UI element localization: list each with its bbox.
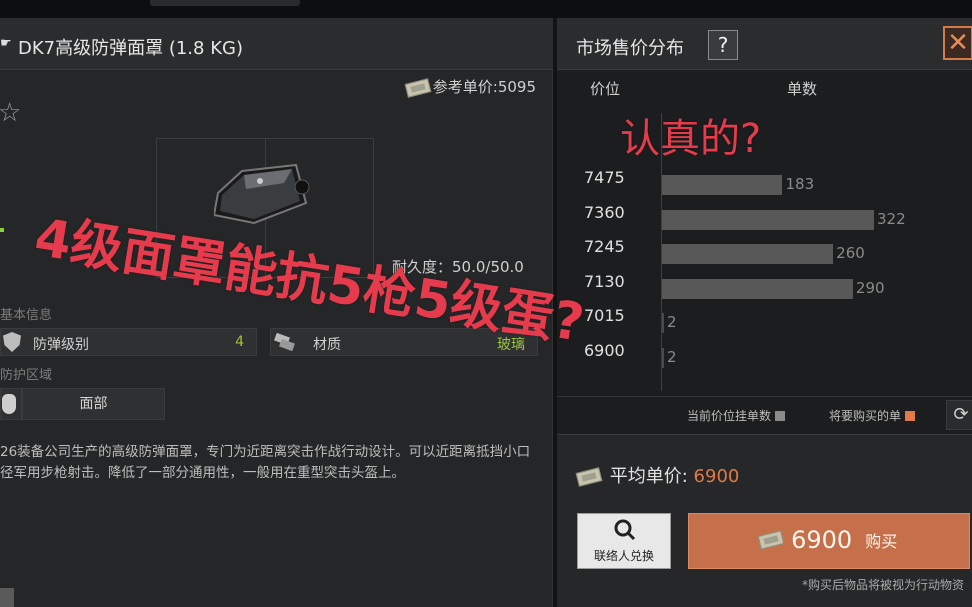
favorite-star-icon[interactable]: ☆: [0, 98, 21, 128]
buy-price: 6900: [791, 526, 853, 554]
market-panel: 市场售价分布 ? 价位 单数 7475 183 7360 322 7245 260 7130…: [557, 18, 972, 607]
purchase-note: *购买后物品将被视为行动物资: [801, 578, 964, 592]
reference-price-text: 参考单价:5095: [432, 78, 536, 96]
column-orders: 单数: [787, 80, 818, 98]
order-count-label: 322: [877, 209, 906, 228]
item-detail-panel: ☛ DK7高级防弹面罩 (1.8 KG) ☆ 参考单价:5095 耐久度：50.…: [0, 18, 553, 607]
status-dot: [0, 228, 4, 232]
order-count-label: 2: [667, 347, 677, 366]
money-icon: [757, 530, 785, 550]
order-count-label: 183: [785, 175, 815, 193]
price-level-label: 6900: [584, 340, 625, 360]
market-title: 市场售价分布: [576, 38, 684, 59]
contact-exchange-button[interactable]: 联络人兑换: [577, 513, 671, 569]
buy-button[interactable]: 6900 购买: [688, 513, 970, 569]
material-icon: [274, 333, 295, 351]
price-level-label: 7015: [584, 306, 625, 325]
face-shield-image: [214, 163, 310, 225]
money-icon: [404, 77, 432, 98]
legend-buying: 将要购买的单: [829, 407, 916, 424]
protect-zone: 面部: [22, 388, 165, 420]
price-level-label: 7130: [584, 271, 625, 291]
purchase-box: 平均单价: 6900 联络人兑换 6900 购买 *购买后物品将被视为行动物资: [557, 434, 972, 607]
contact-exchange-label: 联络人兑换: [593, 549, 654, 563]
average-price-label: 平均单价:: [609, 466, 688, 487]
order-count-bar: [662, 209, 874, 230]
basic-info-heading: 基本信息: [0, 308, 53, 323]
order-count-label: 2: [667, 313, 677, 331]
face-icon: [2, 394, 16, 414]
stat-label: 材质: [313, 337, 341, 353]
stat-material: 材质 玻璃: [270, 328, 538, 356]
order-count-bar: [662, 244, 834, 264]
close-button[interactable]: ✕: [943, 26, 972, 60]
order-count-label: 260: [836, 244, 865, 262]
order-count-bar: [662, 313, 664, 333]
stat-value: 4: [235, 334, 244, 350]
column-price: 价位: [590, 80, 621, 98]
item-header: ☛ DK7高级防弹面罩 (1.8 KG): [0, 18, 553, 70]
stat-armor-class: 防弹级别 4: [0, 328, 257, 356]
item-type-icon: ☛: [0, 36, 12, 51]
top-tab[interactable]: [150, 0, 300, 6]
reference-price: 参考单价:5095: [404, 76, 536, 98]
shield-icon: [3, 332, 21, 352]
price-level-label: 7245: [584, 237, 625, 256]
price-level-label: 7475: [584, 168, 625, 187]
stat-value: 玻璃: [497, 337, 525, 353]
chart-legend: 当前价位挂单数 将要购买的单 ⟳: [557, 396, 972, 432]
stat-label: 防弹级别: [33, 337, 89, 353]
order-count-bar: [662, 347, 664, 368]
refresh-button[interactable]: ⟳: [946, 400, 972, 430]
help-button[interactable]: ?: [708, 30, 738, 60]
buy-label: 购买: [865, 532, 898, 551]
order-count-bar: [662, 175, 783, 195]
protect-area-heading: 防护区域: [0, 368, 53, 383]
average-price: 平均单价: 6900: [575, 462, 740, 488]
order-count-label: 290: [855, 278, 885, 297]
legend-current: 当前价位挂单数: [687, 407, 786, 424]
market-header: 市场售价分布 ?: [557, 18, 972, 70]
corner-thumbnail: [0, 588, 14, 607]
order-count-bar: [662, 278, 853, 299]
item-description: 26装备公司生产的高级防弹面罩，专门为近距离突击作战行动设计。可以近距离抵挡小口…: [0, 444, 531, 481]
money-icon: [575, 467, 603, 487]
durability-text: 耐久度：50.0/50.0: [392, 258, 524, 276]
face-zone-icon-box: [0, 388, 22, 420]
item-title: DK7高级防弹面罩 (1.8 KG): [18, 38, 243, 59]
price-level-label: 7360: [584, 202, 625, 222]
top-strip: [0, 0, 972, 18]
average-price-value: 6900: [693, 466, 740, 487]
search-icon: [614, 519, 636, 541]
